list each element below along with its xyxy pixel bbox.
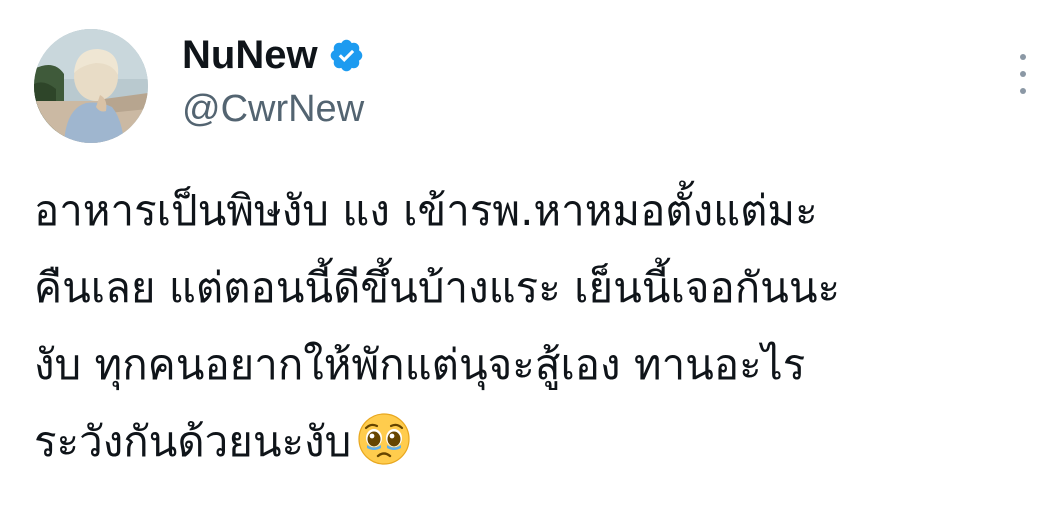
tweet-card: NuNew @CwrNew อาหารเป็นพิษงับ แง เข้ารพ.… — [0, 0, 1057, 511]
tweet-line: อาหารเป็นพิษงับ แง เข้ารพ.หาหมอตั้งแต่มะ — [34, 186, 818, 235]
avatar[interactable] — [34, 29, 148, 143]
tweet-text: อาหารเป็นพิษงับ แง เข้ารพ.หาหมอตั้งแต่มะ… — [34, 172, 1034, 480]
more-vertical-icon — [1020, 54, 1026, 60]
name-row: NuNew — [182, 30, 365, 80]
display-name[interactable]: NuNew — [182, 30, 318, 80]
user-info: NuNew @CwrNew — [182, 30, 365, 134]
tweet-line: คืนเลย แต่ตอนนี้ดีขึ้นบ้างแระ เย็นนี้เจอ… — [34, 263, 841, 312]
more-vertical-icon-dot — [1020, 71, 1026, 77]
tweet-last-line: ระวังกันด้วยนะงับ — [34, 403, 1034, 480]
more-vertical-icon-dot — [1020, 88, 1026, 94]
user-handle[interactable]: @CwrNew — [182, 84, 365, 134]
avatar-image — [34, 29, 148, 143]
tweet-line: ระวังกันด้วยนะงับ — [34, 417, 352, 466]
verified-badge-icon — [328, 37, 365, 74]
tweet-line: งับ ทุกคนอยากให้พักแต่นุจะสู้เอง ทานอะไร — [34, 340, 806, 389]
pleading-face-icon — [357, 412, 411, 466]
more-options-button[interactable] — [1010, 54, 1036, 94]
